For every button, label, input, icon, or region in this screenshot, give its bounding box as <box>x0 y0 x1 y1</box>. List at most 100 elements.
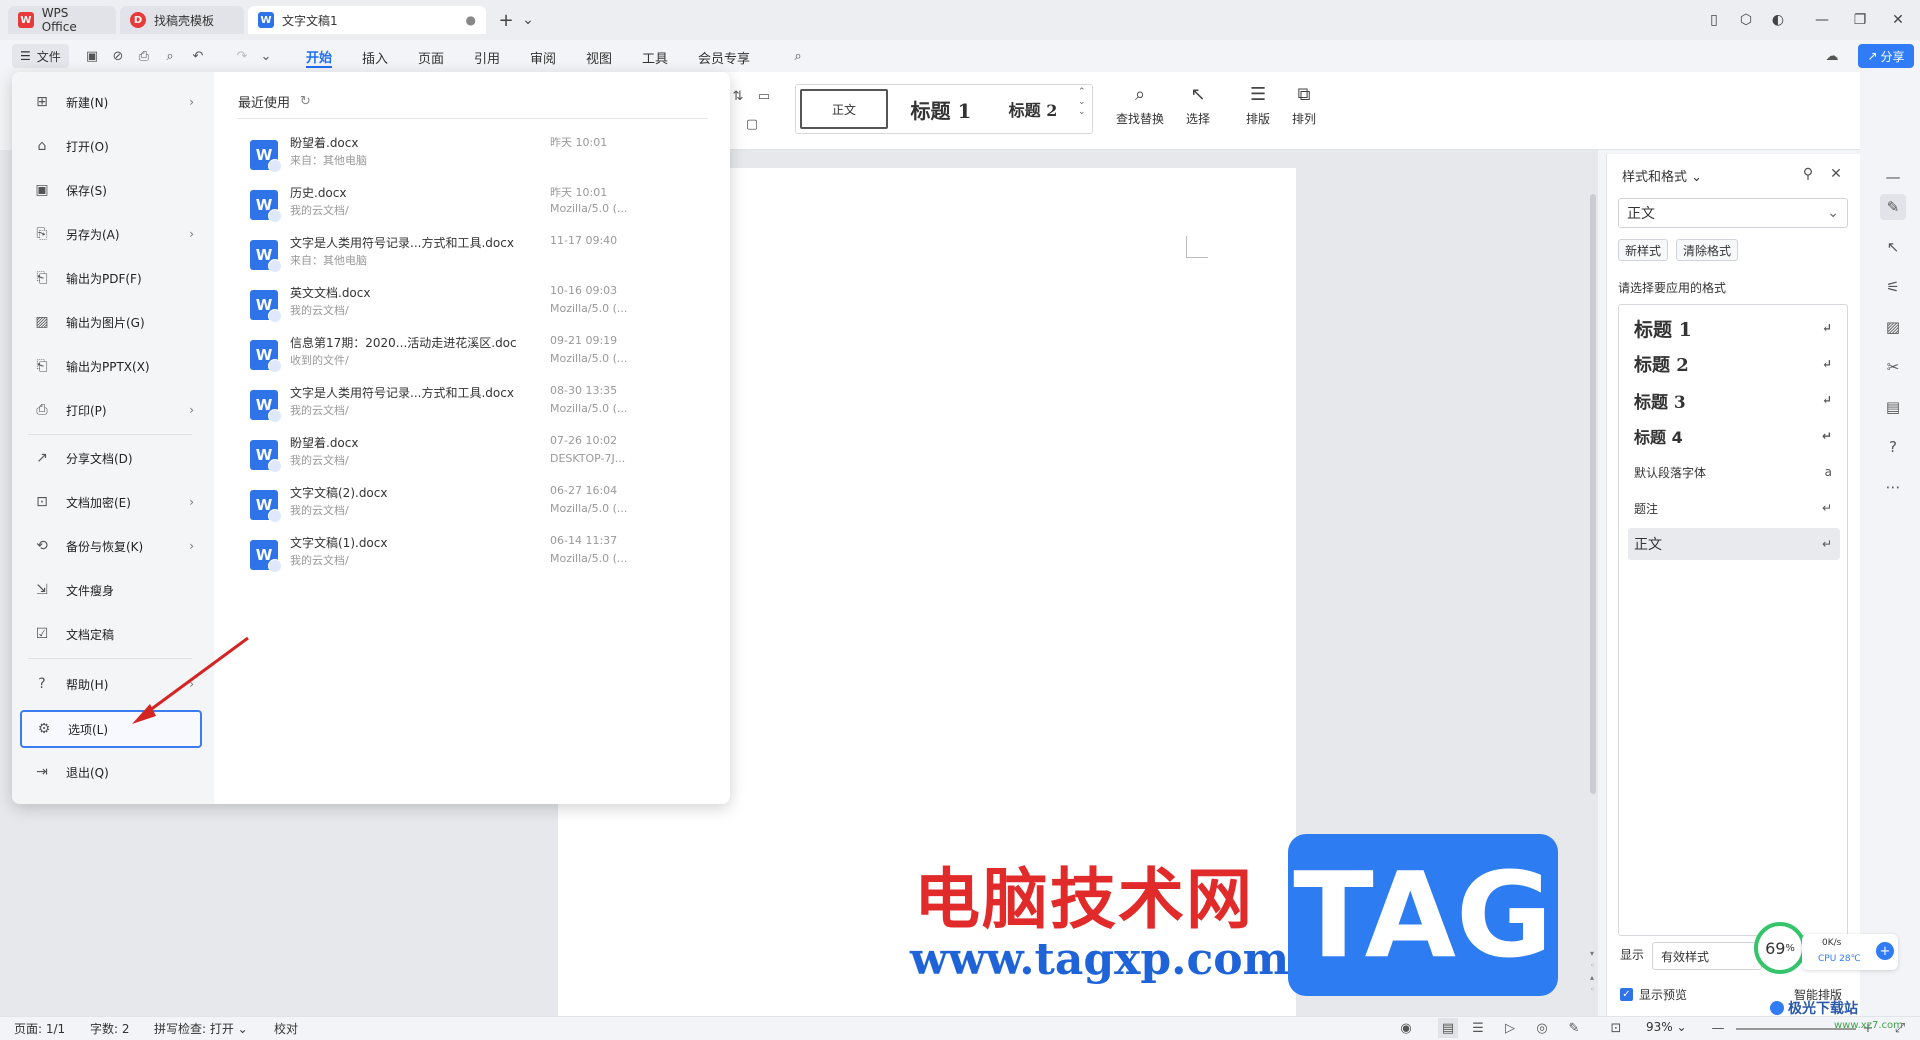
proofread-button[interactable]: 校对 <box>274 1020 298 1037</box>
web-view-icon[interactable]: ◎ <box>1532 1018 1552 1038</box>
gallery-style-heading2[interactable]: 标题 2 <box>990 89 1076 129</box>
file-menu-open[interactable]: ⌂ 打开(O) <box>20 128 202 164</box>
recent-file-row[interactable]: W 文字是人类用符号记录...方式和工具.docx 我的云文档/ 08-30 1… <box>250 384 640 434</box>
style-caption[interactable]: 题注 ↵ <box>1628 492 1840 524</box>
file-menu-backup[interactable]: ⟲ 备份与恢复(K) › <box>20 528 202 564</box>
tab-template[interactable]: D 找稿壳模板 <box>120 6 244 34</box>
minimize-panel-icon[interactable]: — <box>1880 164 1906 190</box>
recent-file-row[interactable]: W 信息第17期：2020...活动走进花溪区.doc 收到的文件/ 09-21… <box>250 334 640 384</box>
undo-icon[interactable]: ↶ <box>188 46 208 66</box>
file-menu-new[interactable]: ⊞ 新建(N) › <box>20 84 202 120</box>
tab-tools[interactable]: 工具 <box>642 46 668 68</box>
layout-button[interactable]: ☰ 排版 <box>1246 84 1270 127</box>
tab-wps-office[interactable]: W WPS Office <box>8 6 116 34</box>
cpu-info-box[interactable]: 0K/s CPU 28℃ + <box>1802 934 1898 970</box>
cpu-usage-gauge[interactable]: 69% <box>1754 922 1806 974</box>
recent-file-row[interactable]: W 文字是人类用符号记录...方式和工具.docx 来自：其他电脑 11-17 … <box>250 234 640 284</box>
avatar[interactable]: ◐ <box>1768 10 1788 30</box>
sort-icon[interactable]: ⇅ <box>728 86 748 106</box>
pen-icon[interactable]: ✎ <box>1880 194 1906 220</box>
current-style-select[interactable]: 正文 ⌄ <box>1618 198 1848 228</box>
zoom-level[interactable]: 93% ⌄ <box>1646 1020 1687 1034</box>
tab-list-chevron-icon[interactable]: ⌄ <box>518 10 538 30</box>
gallery-style-normal[interactable]: 正文 <box>800 89 888 129</box>
file-menu-share[interactable]: ↗ 分享文档(D) <box>20 440 202 476</box>
quick-access-chevron-icon[interactable]: ⌄ <box>256 46 276 66</box>
select-button[interactable]: ↖ 选择 <box>1186 84 1210 127</box>
print-preview-icon[interactable]: ⌕ <box>160 46 180 66</box>
style-default-paragraph-font[interactable]: 默认段落字体 a <box>1628 456 1840 488</box>
save-icon[interactable]: ▣ <box>82 46 102 66</box>
restore-icon[interactable]: ❐ <box>1850 10 1870 30</box>
select-cursor-icon[interactable]: ↖ <box>1880 234 1906 260</box>
zoom-out-icon[interactable]: — <box>1708 1018 1728 1038</box>
book-icon[interactable]: ▤ <box>1880 394 1906 420</box>
tab-view[interactable]: 视图 <box>586 46 612 68</box>
file-menu-export-pptx[interactable]: ⎗ 输出为PPTX(X) <box>20 348 202 384</box>
close-icon[interactable]: ✕ <box>1826 164 1846 184</box>
file-menu-slim[interactable]: ⇲ 文件瘦身 <box>20 572 202 608</box>
new-tab-button[interactable]: + <box>496 10 516 31</box>
tab-references[interactable]: 引用 <box>474 46 500 68</box>
recent-file-row[interactable]: W 盼望着.docx 来自：其他电脑 昨天 10:01 <box>250 134 640 184</box>
sliders-icon[interactable]: ⚟ <box>1880 274 1906 300</box>
play-icon[interactable]: ▷ <box>1500 1018 1520 1038</box>
eye-icon[interactable]: ◉ <box>1396 1018 1416 1038</box>
recent-file-row[interactable]: W 历史.docx 我的云文档/ 昨天 10:01 Mozilla/5.0 (.… <box>250 184 640 234</box>
search-icon[interactable]: ⌕ <box>788 46 808 66</box>
file-menu-save[interactable]: ▣ 保存(S) <box>20 172 202 208</box>
file-menu-encrypt[interactable]: ⊡ 文档加密(E) › <box>20 484 202 520</box>
minimize-icon[interactable]: — <box>1812 10 1832 30</box>
file-menu-exit[interactable]: ⇥ 退出(Q) <box>20 754 202 790</box>
file-menu-export-image[interactable]: ▨ 输出为图片(G) <box>20 304 202 340</box>
tab-review[interactable]: 审阅 <box>530 46 556 68</box>
recent-file-row[interactable]: W 盼望着.docx 我的云文档/ 07-26 10:02 DESKTOP-7J… <box>250 434 640 484</box>
tools-icon[interactable]: ✂ <box>1880 354 1906 380</box>
page-nav-icons[interactable]: ▾ ◦ ▴ ◦ <box>1590 948 1595 996</box>
tab-home[interactable]: 开始 <box>306 46 333 68</box>
recent-file-row[interactable]: W 英文文档.docx 我的云文档/ 10-16 09:03 Mozilla/5… <box>250 284 640 334</box>
ruler-icon[interactable]: ▭ <box>754 86 774 106</box>
page-view-icon[interactable]: ▤ <box>1438 1018 1458 1038</box>
gallery-scroll-icon[interactable]: ⌃ ⌄ ⌄ <box>1078 87 1086 117</box>
tab-member[interactable]: 会员专享 <box>698 46 750 68</box>
vertical-scrollbar[interactable] <box>1588 154 1598 1014</box>
layout-icon[interactable]: ▯ <box>1704 10 1724 30</box>
style-heading2[interactable]: 标题 2 ↵ <box>1628 348 1840 380</box>
style-heading3[interactable]: 标题 3 ↵ <box>1628 384 1840 416</box>
recent-file-row[interactable]: W 文字文稿(1).docx 我的云文档/ 06-14 11:37 Mozill… <box>250 534 640 584</box>
file-menu-print[interactable]: ⎙ 打印(P) › <box>20 392 202 428</box>
file-menu-button[interactable]: ☰ 文件 <box>12 44 69 68</box>
style-normal[interactable]: 正文 ↵ <box>1628 528 1840 560</box>
arrange-button[interactable]: ⧉ 排列 <box>1292 84 1316 127</box>
edit-image-icon[interactable]: ▨ <box>1880 314 1906 340</box>
print-icon[interactable]: ⎙ <box>134 46 154 66</box>
style-heading1[interactable]: 标题 1 ↵ <box>1628 312 1840 344</box>
cube-icon[interactable]: ⬡ <box>1736 10 1756 30</box>
word-count[interactable]: 字数: 2 <box>90 1020 130 1037</box>
clear-format-button[interactable]: 清除格式 <box>1676 239 1739 261</box>
share-button[interactable]: ↗ 分享 <box>1858 44 1914 68</box>
cloud-icon[interactable]: ☁ <box>1822 46 1842 66</box>
page-indicator[interactable]: 页面: 1/1 <box>14 1020 65 1037</box>
refresh-icon[interactable]: ↻ <box>300 94 311 109</box>
file-menu-save-as[interactable]: ⎘ 另存为(A) › <box>20 216 202 252</box>
close-icon[interactable]: ✕ <box>1888 10 1908 30</box>
show-style-select[interactable]: 有效样式 <box>1652 942 1762 970</box>
gallery-style-heading1[interactable]: 标题 1 <box>896 89 986 129</box>
border-icon[interactable]: ▢ <box>742 114 762 134</box>
tab-page[interactable]: 页面 <box>418 46 444 68</box>
file-menu-export-pdf[interactable]: ⎗ 输出为PDF(F) <box>20 260 202 296</box>
tab-modified-dot-icon[interactable]: ● <box>466 13 476 27</box>
fit-page-icon[interactable]: ⊡ <box>1606 1018 1626 1038</box>
new-style-button[interactable]: 新样式 <box>1618 239 1669 261</box>
spell-check-toggle[interactable]: 拼写检查: 打开 ⌄ <box>154 1020 248 1037</box>
pin-icon[interactable]: ⚲ <box>1798 164 1818 184</box>
tab-document[interactable]: W 文字文稿1 ● <box>248 6 486 34</box>
link-icon[interactable]: ⊘ <box>108 46 128 66</box>
show-preview-checkbox[interactable]: ✓ 显示预览 <box>1620 986 1687 1003</box>
find-replace-button[interactable]: ⌕ 查找替换 <box>1116 84 1164 127</box>
pen-icon[interactable]: ✎ <box>1564 1018 1584 1038</box>
recent-file-row[interactable]: W 文字文稿(2).docx 我的云文档/ 06-27 16:04 Mozill… <box>250 484 640 534</box>
redo-icon[interactable]: ↷ <box>232 46 252 66</box>
